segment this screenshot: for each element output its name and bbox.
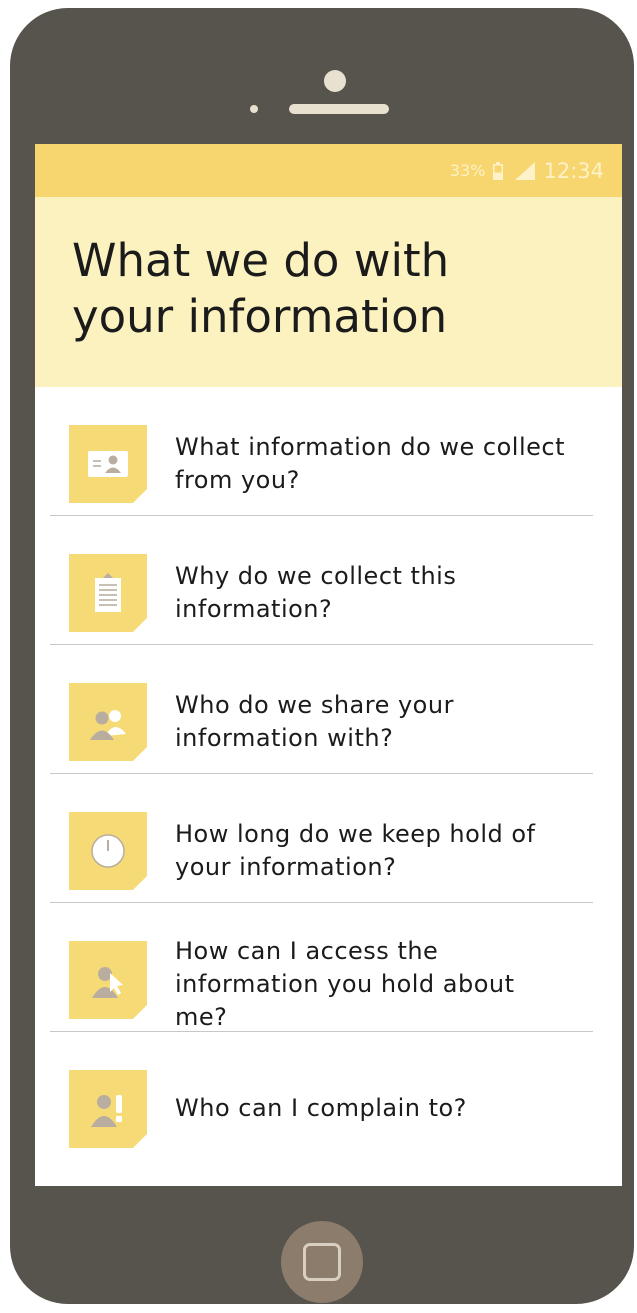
battery-percent: 33% [449, 161, 486, 180]
people-tile [69, 683, 147, 761]
menu-item-share[interactable]: Who do we share your information with? [50, 645, 593, 774]
home-button[interactable] [281, 1221, 363, 1303]
user-pointer-icon [92, 967, 123, 998]
menu-item-access[interactable]: How can I access the information you hol… [50, 903, 593, 1032]
speaker [289, 104, 389, 114]
page-title: What we do with your information [72, 234, 450, 343]
id-card-tile [69, 425, 147, 503]
signal-icon [515, 161, 536, 180]
id-card-icon [88, 451, 128, 477]
page-header: What we do with your information [35, 197, 622, 387]
menu-item-label: Who can I complain to? [175, 1094, 467, 1122]
people-icon [90, 710, 126, 740]
clock-tile [69, 812, 147, 890]
menu-item-complain[interactable]: Who can I complain to? [50, 1032, 593, 1160]
battery-icon [493, 161, 504, 180]
clipboard-tile [69, 554, 147, 632]
screen: 33% 12:34 What we do with your informati… [35, 144, 622, 1186]
menu-item-label: How long do we keep hold of your informa… [175, 820, 536, 881]
menu-item-retention[interactable]: How long do we keep hold of your informa… [50, 774, 593, 903]
sensor [250, 105, 258, 113]
clock-icon [91, 834, 125, 868]
user-alert-icon [91, 1095, 122, 1127]
menu-item-label: Who do we share your information with? [175, 691, 454, 752]
camera [324, 70, 346, 92]
menu-item-label: How can I access the information you hol… [175, 937, 515, 1031]
status-bar: 33% 12:34 [35, 144, 622, 197]
clock: 12:34 [543, 158, 604, 183]
clipboard-icon [95, 573, 121, 612]
menu-item-label: What information do we collect from you? [175, 433, 565, 494]
user-alert-tile [69, 1070, 147, 1148]
menu-item-collect[interactable]: What information do we collect from you? [50, 387, 593, 516]
menu-item-why-collect[interactable]: Why do we collect this information? [50, 516, 593, 645]
user-pointer-tile [69, 941, 147, 1019]
menu-list: What information do we collect from you?… [35, 387, 622, 1160]
menu-item-label: Why do we collect this information? [175, 562, 457, 623]
home-square-icon [303, 1243, 341, 1281]
